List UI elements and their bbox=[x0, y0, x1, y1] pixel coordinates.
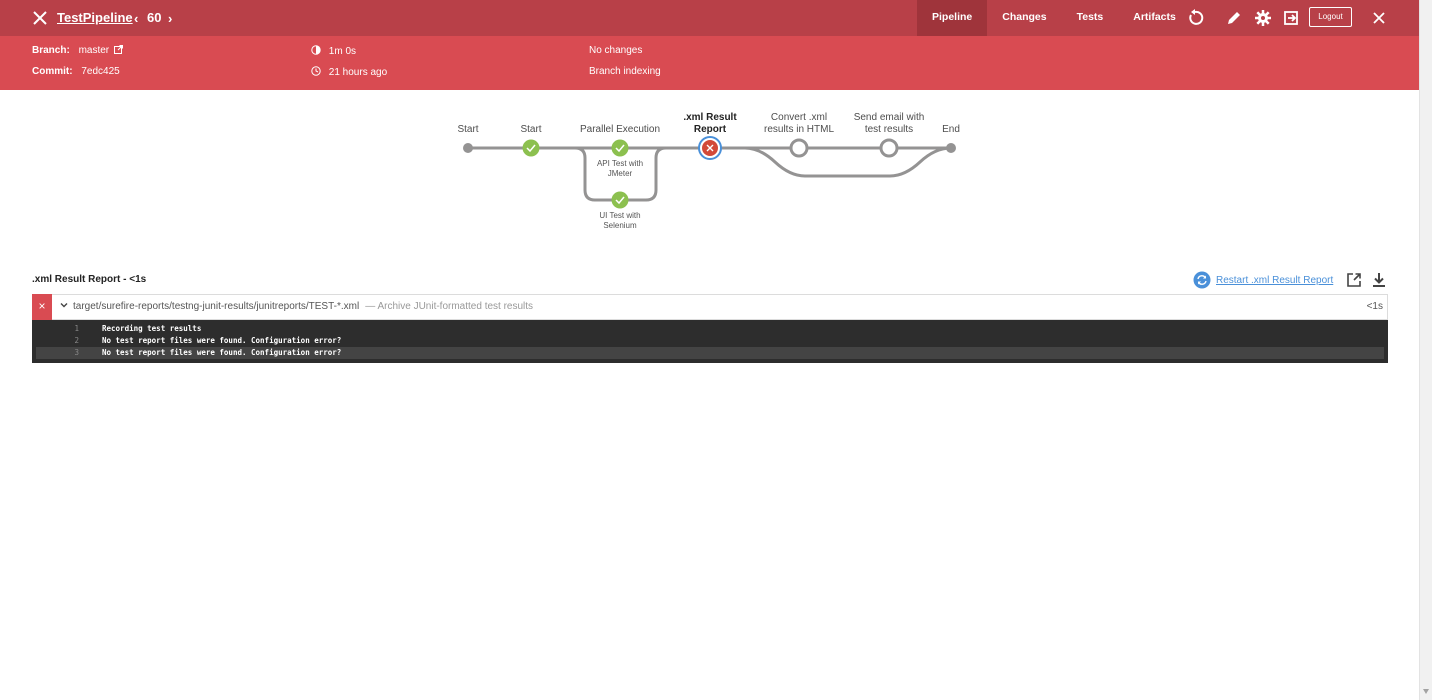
stage-node-convert[interactable] bbox=[789, 138, 809, 158]
rerun-icon[interactable] bbox=[1186, 9, 1204, 27]
log-line-number[interactable]: 3 bbox=[67, 347, 79, 359]
tab-tests[interactable]: Tests bbox=[1062, 0, 1119, 36]
step-label: target/surefire-reports/testng-junit-res… bbox=[73, 301, 533, 312]
branch-info: Branch: master bbox=[32, 45, 123, 56]
tab-pipeline[interactable]: Pipeline bbox=[917, 0, 988, 36]
download-icon[interactable] bbox=[1371, 272, 1387, 288]
branch-label: Branch: bbox=[32, 45, 70, 56]
console-log[interactable]: 1 Recording test results 2 No test repor… bbox=[32, 320, 1388, 363]
clock-icon bbox=[311, 66, 321, 76]
log-line-text: No test report files were found. Configu… bbox=[102, 336, 342, 345]
log-line-number[interactable]: 2 bbox=[67, 335, 79, 347]
duration-value: 1m 0s bbox=[328, 46, 357, 57]
duration-icon bbox=[311, 45, 321, 55]
log-line: 2 No test report files were found. Confi… bbox=[32, 335, 1388, 347]
time-ago-value: 21 hours ago bbox=[328, 67, 388, 78]
restart-stage-button[interactable]: Restart .xml Result Report bbox=[1193, 271, 1333, 289]
gear-icon[interactable] bbox=[1254, 9, 1272, 27]
commit-info: Commit: 7edc425 bbox=[32, 66, 120, 77]
exit-to-classic-icon[interactable] bbox=[1282, 9, 1300, 27]
run-summary-bar: Branch: master Commit: 7edc425 1m 0s 21 … bbox=[0, 36, 1419, 90]
stage-label-api-test[interactable]: API Test with JMeter bbox=[597, 159, 643, 179]
stage-label-start-marker: Start bbox=[457, 124, 479, 135]
log-line-number[interactable]: 1 bbox=[67, 323, 79, 335]
next-run-chevron-icon[interactable]: › bbox=[168, 11, 172, 26]
cause-info: Branch indexing bbox=[589, 66, 661, 77]
commit-value: 7edc425 bbox=[81, 66, 120, 77]
chevron-down-icon[interactable] bbox=[59, 300, 69, 310]
end-node bbox=[946, 143, 956, 153]
stage-label-xml-result-report[interactable]: .xml Result Report bbox=[683, 112, 736, 136]
step-description: — Archive JUnit-formatted test results bbox=[365, 301, 534, 312]
stage-node-api-test[interactable] bbox=[611, 139, 629, 157]
log-line-text: Recording test results bbox=[102, 324, 202, 333]
open-in-new-icon[interactable] bbox=[1346, 272, 1362, 288]
restart-icon bbox=[1193, 271, 1211, 289]
external-link-icon[interactable] bbox=[113, 45, 123, 54]
changes-info: No changes bbox=[589, 45, 643, 56]
top-bar: TestPipeline ‹ 60 › Pipeline Changes Tes… bbox=[0, 0, 1419, 36]
log-line: 3 No test report files were found. Confi… bbox=[36, 347, 1384, 359]
step-row[interactable]: × target/surefire-reports/testng-junit-r… bbox=[32, 294, 1388, 320]
stage-label-ui-test[interactable]: UI Test with Selenium bbox=[599, 211, 640, 231]
log-line-text: No test report files were found. Configu… bbox=[102, 348, 342, 357]
duration-info: 1m 0s bbox=[311, 45, 356, 57]
edit-icon[interactable] bbox=[1225, 9, 1243, 27]
skip-connector bbox=[744, 146, 952, 178]
tab-artifacts[interactable]: Artifacts bbox=[1118, 0, 1191, 36]
pipeline-title-link[interactable]: TestPipeline bbox=[57, 10, 133, 25]
restart-stage-label[interactable]: Restart .xml Result Report bbox=[1216, 275, 1333, 286]
branch-value[interactable]: master bbox=[79, 45, 110, 56]
stage-detail-title: .xml Result Report - <1s bbox=[32, 274, 147, 285]
scroll-down-arrow-icon[interactable] bbox=[1423, 689, 1429, 694]
stage-node-start[interactable] bbox=[522, 139, 540, 157]
logout-button[interactable]: Logout bbox=[1309, 7, 1352, 27]
stage-node-ui-test[interactable] bbox=[611, 191, 629, 209]
close-icon[interactable] bbox=[1371, 10, 1387, 26]
stage-label-send-email[interactable]: Send email with test results bbox=[854, 112, 925, 136]
time-info: 21 hours ago bbox=[311, 66, 387, 78]
stage-label-end: End bbox=[942, 124, 960, 135]
step-failure-icon: × bbox=[32, 294, 52, 320]
previous-run-chevron-icon[interactable]: ‹ bbox=[134, 11, 138, 26]
run-number: 60 bbox=[147, 10, 162, 25]
step-path: target/surefire-reports/testng-junit-res… bbox=[73, 301, 360, 312]
stage-label-convert[interactable]: Convert .xml results in HTML bbox=[764, 112, 834, 136]
vertical-scrollbar[interactable] bbox=[1419, 0, 1432, 700]
log-line: 1 Recording test results bbox=[32, 323, 1388, 335]
tab-bar: Pipeline Changes Tests Artifacts bbox=[917, 0, 1191, 36]
stage-label-start[interactable]: Start bbox=[520, 124, 541, 136]
close-icon[interactable] bbox=[32, 10, 48, 26]
stage-node-send-email[interactable] bbox=[879, 138, 899, 158]
stage-label-parallel[interactable]: Parallel Execution bbox=[580, 124, 660, 136]
stage-node-xml-result-report[interactable] bbox=[698, 136, 722, 160]
start-node bbox=[463, 143, 473, 153]
commit-label: Commit: bbox=[32, 66, 73, 77]
step-duration: <1s bbox=[1366, 301, 1383, 312]
tab-changes[interactable]: Changes bbox=[987, 0, 1061, 36]
